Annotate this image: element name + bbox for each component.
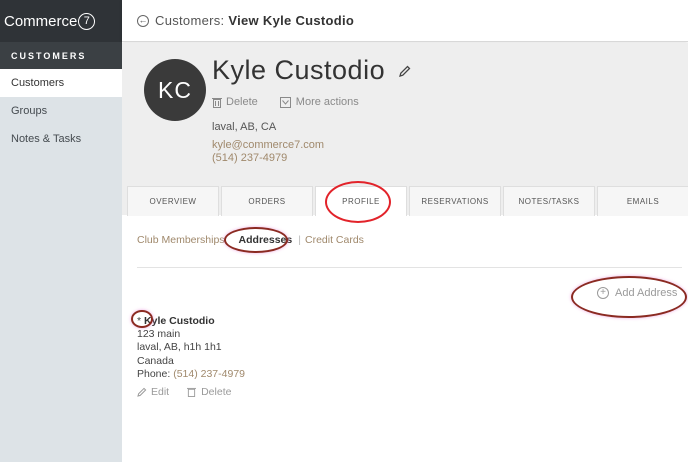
more-actions-button[interactable]: More actions	[296, 96, 359, 108]
address-card: * Kyle Custodio 123 main laval, AB, h1h …	[137, 315, 245, 381]
back-arrow-icon[interactable]: ←	[137, 14, 149, 27]
customer-name: Kyle Custodio	[212, 55, 386, 85]
address-line1: 123 main	[137, 328, 181, 341]
delete-address-button[interactable]: Delete	[201, 386, 231, 398]
app-root: Commerce 7 CUSTOMERS Customers Groups No…	[0, 0, 688, 462]
subnav-addresses[interactable]: Addresses	[239, 234, 293, 246]
address-line2: laval, AB, h1h 1h1	[137, 341, 222, 354]
pencil-icon	[137, 387, 147, 397]
plus-circle-icon: +	[597, 287, 609, 299]
sidebar-item-notes-tasks[interactable]: Notes & Tasks	[0, 125, 122, 153]
avatar: KC	[144, 59, 206, 121]
default-address-marker: *	[137, 315, 142, 327]
subnav-credit-cards[interactable]: Credit Cards	[305, 234, 364, 246]
chevron-down-icon	[279, 96, 291, 108]
customer-email-link[interactable]: kyle@commerce7.com	[212, 139, 324, 151]
address-name: Kyle Custodio	[144, 315, 215, 327]
address-phone-line: Phone: (514) 237-4979	[137, 368, 245, 381]
page-title: Customers: View Kyle Custodio	[155, 13, 354, 28]
sidebar-section-heading: CUSTOMERS	[0, 42, 122, 69]
tab-profile[interactable]: PROFILE	[315, 186, 407, 216]
sidebar: Commerce 7 CUSTOMERS Customers Groups No…	[0, 0, 122, 462]
tab-orders[interactable]: ORDERS	[221, 186, 313, 216]
logo-text: Commerce	[4, 12, 78, 30]
address-country: Canada	[137, 354, 174, 367]
sidebar-item-customers[interactable]: Customers	[0, 69, 122, 97]
add-address-button[interactable]: + Add Address	[597, 287, 677, 299]
tab-notes-tasks[interactable]: NOTES/TASKS	[503, 186, 595, 216]
customer-phone-link[interactable]: (514) 237-4979	[212, 152, 287, 164]
subnav-separator: |	[298, 234, 301, 246]
tab-overview[interactable]: OVERVIEW	[127, 186, 219, 216]
address-phone-label: Phone:	[137, 367, 174, 380]
page-title-main: View Kyle Custodio	[228, 13, 355, 28]
logo[interactable]: Commerce 7	[0, 0, 122, 42]
profile-tabs: OVERVIEW ORDERS PROFILE RESERVATIONS NOT…	[127, 186, 688, 216]
logo-seven-icon: 7	[78, 12, 96, 30]
tab-reservations[interactable]: RESERVATIONS	[409, 186, 501, 216]
page-header: ← Customers: View Kyle Custodio	[122, 0, 688, 42]
tab-emails[interactable]: EMAILS	[597, 186, 688, 216]
profile-actions: Delete More actions	[212, 96, 359, 108]
divider	[137, 267, 682, 268]
customer-location: laval, AB, CA	[212, 121, 277, 133]
subnav-club-memberships[interactable]: Club Memberships	[137, 234, 225, 246]
edit-name-pencil-icon[interactable]	[399, 65, 411, 77]
address-name-line: * Kyle Custodio	[137, 315, 245, 328]
delete-customer-button[interactable]: Delete	[226, 96, 258, 108]
trash-icon	[187, 387, 197, 397]
profile-subnav: Club Memberships Addresses | Credit Card…	[137, 234, 364, 246]
page-title-prefix: Customers:	[155, 13, 229, 28]
address-actions: Edit Delete	[137, 386, 235, 398]
trash-icon	[212, 97, 222, 108]
address-phone-link[interactable]: (514) 237-4979	[173, 368, 245, 380]
add-address-label: Add Address	[615, 287, 678, 299]
edit-address-button[interactable]: Edit	[151, 386, 169, 398]
sidebar-item-groups[interactable]: Groups	[0, 97, 122, 125]
